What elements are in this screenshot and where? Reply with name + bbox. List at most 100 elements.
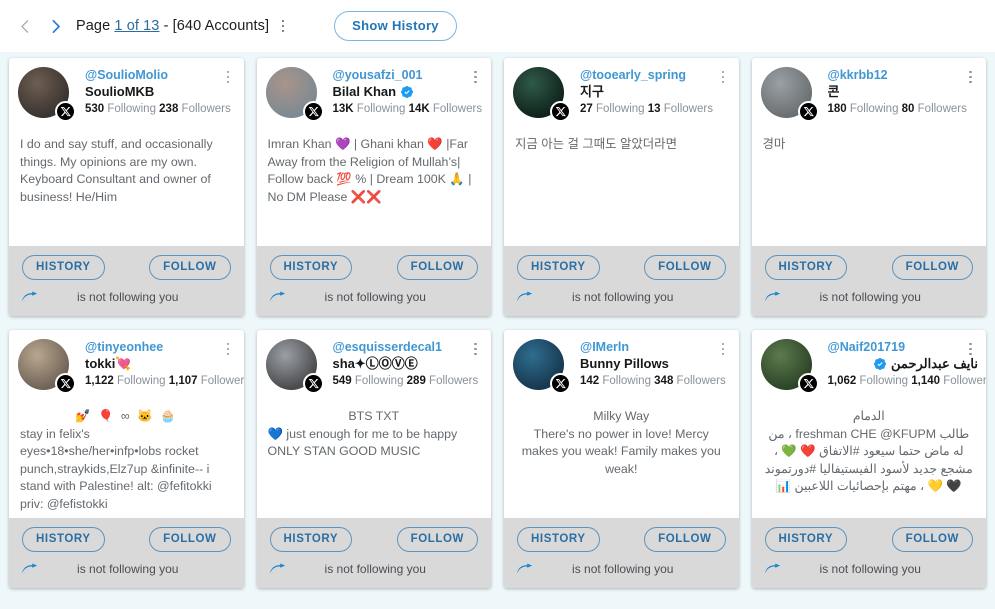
follow-button[interactable]: FOLLOW (149, 255, 231, 280)
accounts-grid: @SoulioMolio SoulioMKB 530 Following 238 F… (0, 52, 995, 588)
account-handle[interactable]: @kkrbb12 (828, 68, 979, 83)
toolbar-overflow-menu-icon[interactable] (276, 15, 290, 37)
avatar[interactable] (265, 339, 324, 394)
following-count: 27 (580, 103, 593, 115)
avatar[interactable] (760, 339, 819, 394)
followers-count: 1,140 (911, 375, 941, 387)
chevron-right-icon[interactable] (40, 11, 70, 41)
avatar[interactable] (513, 339, 571, 394)
avatar[interactable] (18, 339, 76, 394)
followers-count: 289 (406, 375, 426, 387)
history-button[interactable]: HISTORY (22, 255, 105, 280)
reply-arrow-icon[interactable] (763, 561, 782, 577)
verified-badge-icon (873, 357, 887, 371)
card-footer: HISTORY FOLLOW is not following you (9, 246, 244, 316)
x-platform-badge-icon (55, 373, 76, 394)
follow-button[interactable]: FOLLOW (644, 527, 726, 552)
reply-arrow-icon[interactable] (515, 289, 534, 305)
bio-emoji-row: 💅 🎈 ∞ 🐱 🧁 (75, 409, 178, 423)
follow-button[interactable]: FOLLOW (396, 527, 478, 552)
account-handle[interactable]: @SoulioMolio (85, 68, 236, 83)
x-platform-badge-icon (55, 101, 76, 122)
display-name-text: Bunny Pillows (580, 356, 669, 371)
card-overflow-menu-icon[interactable] (964, 340, 977, 358)
show-history-button[interactable]: Show History (334, 11, 457, 41)
account-card: @esquisserdecal1 sha✦ⓁⓄⓋⒺ 549 Following 28… (256, 330, 491, 588)
account-handle[interactable]: @yousafzi_001 (333, 68, 484, 83)
follow-status-text: is not following you (77, 289, 179, 304)
page-number-link[interactable]: 1 of 13 (114, 18, 159, 34)
history-button[interactable]: HISTORY (22, 527, 105, 552)
card-footer: HISTORY FOLLOW is not following you (256, 246, 491, 316)
follow-counts: 1,062 Following 1,140 Followers (827, 375, 987, 387)
reply-arrow-icon[interactable] (20, 561, 39, 577)
account-handle[interactable]: @esquisserdecal1 (333, 340, 484, 355)
followers-count: 1,107 (168, 375, 198, 387)
x-platform-badge-icon (302, 101, 324, 122)
account-card: @tooearly_spring 지구 27 Following 13 Follow… (504, 58, 739, 316)
card-overflow-menu-icon[interactable] (222, 340, 235, 358)
account-handle[interactable]: @Naif201719 (828, 340, 979, 355)
followers-count: 238 (159, 103, 179, 115)
x-platform-badge-icon (550, 373, 571, 394)
follow-button[interactable]: FOLLOW (396, 255, 478, 280)
reply-arrow-icon[interactable] (268, 289, 287, 305)
card-header: @Naif201719 نايف عبدالرحمن 1,062 Following… (752, 330, 987, 394)
following-count: 1,062 (827, 375, 857, 387)
account-bio: 💅 🎈 ∞ 🐱 🧁 stay in felix's eyes•18•she/her… (9, 390, 244, 518)
history-button[interactable]: HISTORY (764, 527, 848, 552)
account-display-name: tokki💘 (85, 355, 236, 372)
following-count: 530 (85, 103, 105, 115)
follow-counts: 27 Following 13 Followers (580, 103, 713, 115)
follow-status-text: is not following you (324, 561, 426, 576)
reply-arrow-icon[interactable] (763, 289, 782, 305)
followers-count: 14K (408, 103, 430, 115)
card-overflow-menu-icon[interactable] (469, 68, 482, 86)
account-handle[interactable]: @tinyeonhee (85, 340, 236, 355)
card-overflow-menu-icon[interactable] (964, 68, 977, 86)
bio-text: I do and say stuff, and occasionally thi… (20, 137, 213, 204)
card-overflow-menu-icon[interactable] (222, 68, 235, 86)
card-overflow-menu-icon[interactable] (469, 340, 482, 358)
follow-button[interactable]: FOLLOW (891, 527, 973, 552)
bio-title: BTS TXT (348, 409, 400, 423)
card-overflow-menu-icon[interactable] (717, 340, 730, 358)
follow-counts: 549 Following 289 Followers (332, 375, 479, 387)
card-header: @tooearly_spring 지구 27 Following 13 Follow… (504, 58, 739, 122)
account-display-name: sha✦ⓁⓄⓋⒺ (333, 355, 484, 372)
follow-status-text: is not following you (819, 289, 921, 304)
follow-status-text: is not following you (572, 289, 674, 304)
reply-arrow-icon[interactable] (20, 289, 39, 305)
history-button[interactable]: HISTORY (764, 255, 848, 280)
account-handle[interactable]: @IMerln (580, 340, 731, 355)
avatar[interactable] (265, 67, 324, 122)
follow-button[interactable]: FOLLOW (149, 527, 231, 552)
follow-status-text: is not following you (324, 289, 426, 304)
history-button[interactable]: HISTORY (269, 527, 353, 552)
card-header: @yousafzi_001 Bilal Khan 13K Following 14K… (257, 58, 492, 122)
x-platform-badge-icon (302, 373, 324, 394)
display-name-text: sha✦ⓁⓄⓋⒺ (332, 356, 418, 371)
follow-status-text: is not following you (819, 561, 921, 576)
display-name-text: tokki💘 (85, 356, 132, 371)
account-card: @kkrbb12 콘 180 Following 80 Followers 경마 HIS… (751, 58, 986, 316)
history-button[interactable]: HISTORY (517, 527, 600, 552)
history-button[interactable]: HISTORY (269, 255, 353, 280)
account-card: @Naif201719 نايف عبدالرحمن 1,062 Following… (751, 330, 987, 588)
follow-button[interactable]: FOLLOW (891, 255, 973, 280)
follow-button[interactable]: FOLLOW (644, 255, 726, 280)
account-card: @IMerln Bunny Pillows 142 Following 348 Fo… (504, 330, 739, 588)
reply-arrow-icon[interactable] (515, 561, 534, 577)
avatar[interactable] (513, 67, 571, 122)
history-button[interactable]: HISTORY (517, 255, 600, 280)
card-footer: HISTORY FOLLOW is not following you (504, 246, 739, 316)
account-handle[interactable]: @tooearly_spring (580, 68, 731, 83)
reply-arrow-icon[interactable] (268, 561, 287, 577)
bio-title: الدمام (852, 409, 885, 423)
card-header: @IMerln Bunny Pillows 142 Following 348 Fo… (504, 330, 739, 394)
avatar[interactable] (760, 67, 819, 122)
account-card: @yousafzi_001 Bilal Khan 13K Following 14K… (256, 58, 492, 316)
chevron-left-icon[interactable] (10, 11, 40, 41)
avatar[interactable] (18, 67, 76, 122)
card-overflow-menu-icon[interactable] (717, 68, 730, 86)
